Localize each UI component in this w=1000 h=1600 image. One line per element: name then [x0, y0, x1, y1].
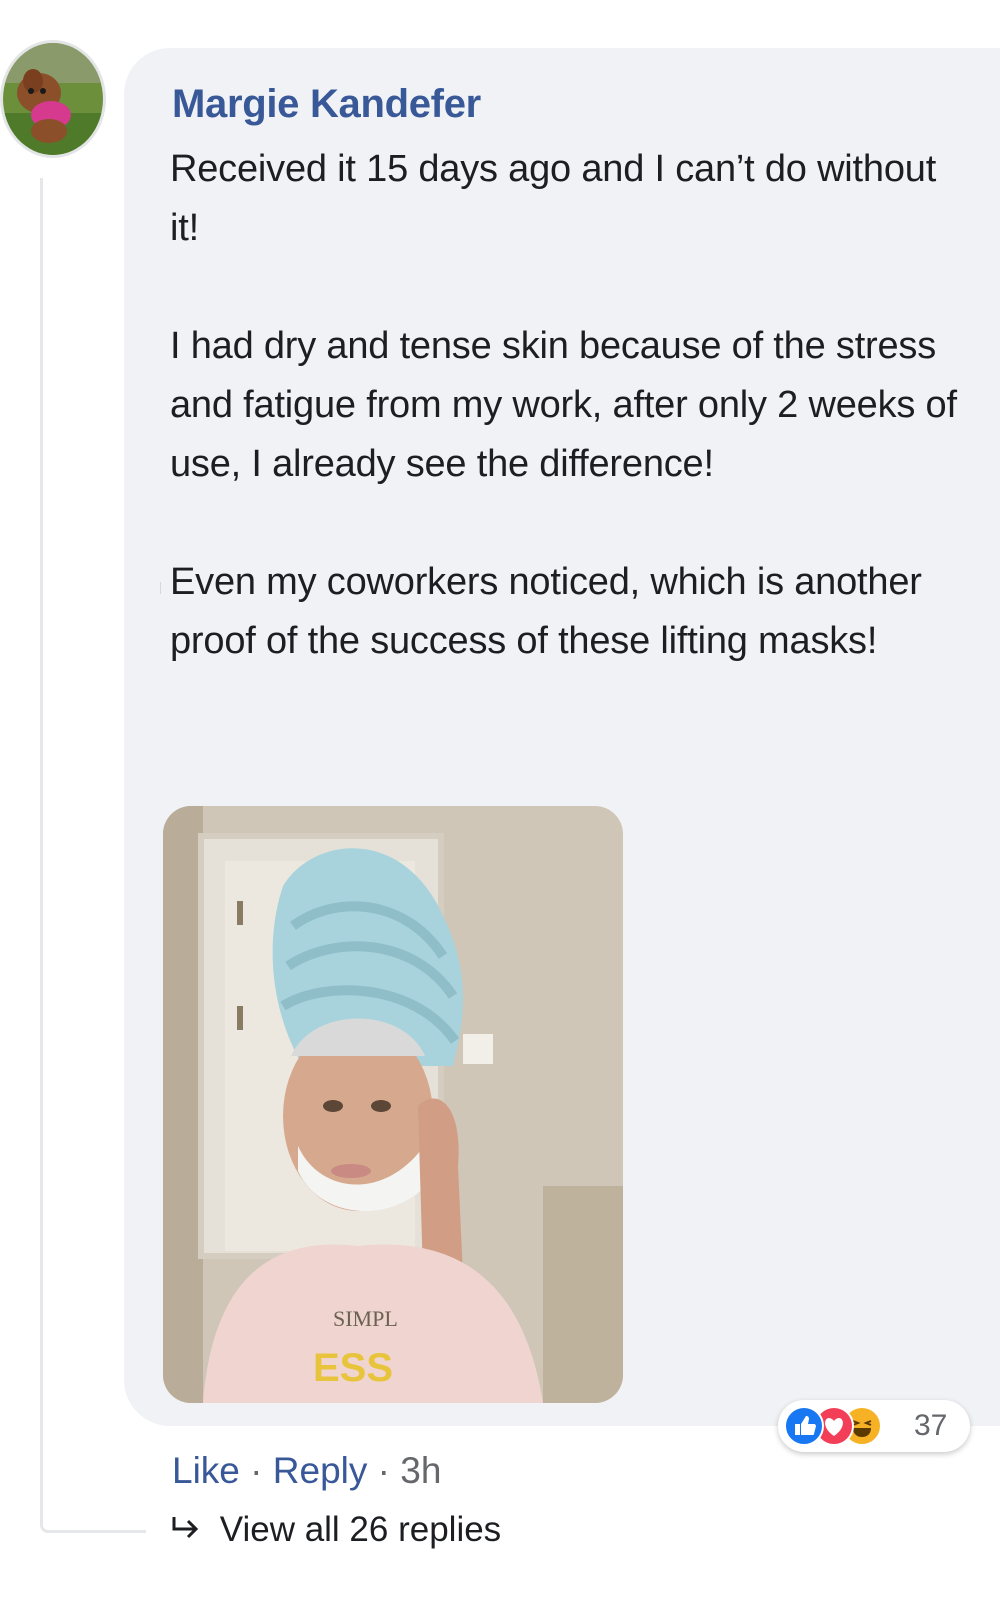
comment-paragraph: I had dry and tense skin because of the …: [170, 325, 957, 485]
like-icon: [784, 1406, 824, 1446]
reaction-count: 37: [914, 1409, 948, 1442]
shirt-text-top: SIMPL: [333, 1306, 398, 1331]
thread-line-tail: [46, 1530, 146, 1533]
view-replies-link[interactable]: View all 26 replies: [170, 1510, 501, 1552]
divider-mark: [160, 582, 161, 594]
separator: ·: [250, 1450, 263, 1491]
comment-photo[interactable]: SIMPL ESS: [163, 806, 623, 1403]
shirt-text-bottom: ESS: [313, 1346, 393, 1390]
comment-paragraph: Received it 15 days ago and I can’t do w…: [170, 148, 937, 249]
author-name[interactable]: Margie Kandefer: [172, 82, 481, 127]
reply-arrow-icon: [170, 1512, 210, 1552]
woman-with-face-mask-photo: SIMPL ESS: [163, 806, 623, 1403]
comment-text: Received it 15 days ago and I can’t do w…: [170, 140, 960, 671]
comment-timestamp[interactable]: 3h: [400, 1450, 441, 1491]
reactions-badge[interactable]: 37: [778, 1400, 970, 1452]
separator: ·: [377, 1450, 390, 1491]
reply-link[interactable]: Reply: [273, 1450, 368, 1491]
view-replies-label: View all 26 replies: [219, 1510, 502, 1549]
thread-line: [40, 178, 48, 1533]
dog-avatar-icon: [3, 43, 103, 155]
comment-paragraph: Even my coworkers noticed, which is anot…: [170, 561, 922, 662]
like-link[interactable]: Like: [172, 1450, 240, 1491]
comment-actions: Like · Reply · 3h: [172, 1450, 441, 1492]
avatar[interactable]: [0, 40, 106, 158]
